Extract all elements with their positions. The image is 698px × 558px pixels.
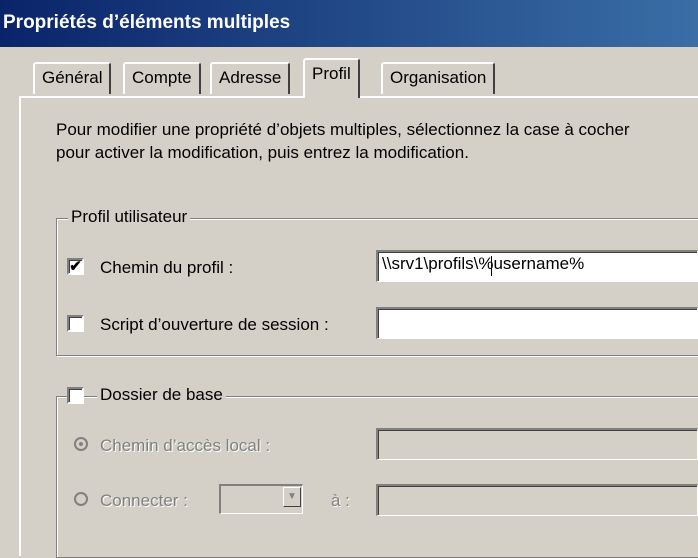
title-bar: Propriétés d’éléments multiples: [0, 0, 698, 47]
profile-path-input[interactable]: \\srv1\profils\%username%: [376, 250, 698, 282]
local-path-label: Chemin d’accès local :: [100, 436, 271, 455]
connect-radio[interactable]: [74, 492, 88, 506]
logon-script-checkbox[interactable]: [67, 315, 84, 332]
profile-group-legend: Profil utilisateur: [68, 207, 191, 227]
tab-organisation[interactable]: Organisation: [381, 62, 496, 94]
connect-to-label: à :: [331, 491, 350, 510]
tab-profil[interactable]: Profil: [303, 58, 360, 98]
profile-path-label: Chemin du profil :: [100, 258, 234, 277]
logon-script-label: Script d’ouverture de session :: [100, 315, 329, 334]
text-cursor: [491, 256, 492, 276]
window-title: Propriétés d’éléments multiples: [3, 12, 291, 33]
chevron-down-icon[interactable]: ▼: [283, 487, 301, 507]
home-folder-groupbox: [56, 396, 698, 558]
tab-general[interactable]: Général: [33, 62, 112, 94]
description-text: Pour modifier une propriété d’objets mul…: [56, 120, 630, 162]
local-path-radio[interactable]: [74, 437, 88, 451]
local-path-input[interactable]: [376, 428, 698, 460]
profile-path-checkbox[interactable]: ✔: [67, 258, 84, 275]
home-folder-legend: Dossier de base: [97, 385, 226, 405]
connect-label: Connecter :: [100, 491, 188, 510]
home-folder-checkbox[interactable]: [67, 387, 84, 404]
tab-adresse[interactable]: Adresse: [210, 62, 291, 94]
logon-script-input[interactable]: [376, 307, 698, 339]
drive-letter-select[interactable]: ▼: [219, 484, 303, 514]
connect-path-input[interactable]: [376, 484, 698, 516]
tab-compte[interactable]: Compte: [123, 62, 201, 94]
